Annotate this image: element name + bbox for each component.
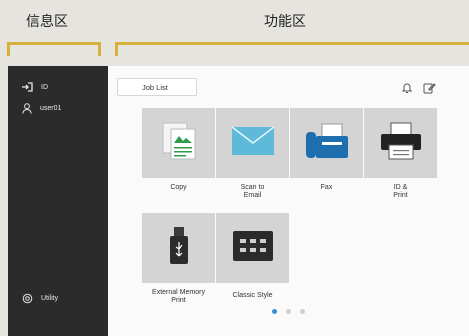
tile-copy[interactable]: Copy: [142, 108, 215, 192]
copy-icon: [160, 121, 198, 166]
id-label: ID: [41, 83, 48, 91]
info-sidebar: ID user01 Utility: [8, 66, 108, 336]
usb-icon: [169, 226, 189, 271]
user-name: user01: [40, 105, 62, 112]
bell-icon[interactable]: [399, 79, 415, 95]
classic-style-icon: [232, 230, 274, 267]
info-zone-label: 信息区: [26, 14, 68, 30]
login-icon: [22, 82, 33, 92]
function-zone-bracket: [115, 42, 469, 56]
user-entry[interactable]: user01: [22, 103, 61, 114]
utility-button[interactable]: Utility: [22, 293, 58, 304]
tile-copy-label: Copy: [170, 184, 187, 191]
envelope-icon: [231, 125, 275, 161]
function-zone-label: 功能区: [264, 14, 306, 30]
printer-icon: [379, 121, 423, 166]
id-login-button[interactable]: ID: [22, 82, 48, 92]
tile-scan-to-email[interactable]: Scan to Email: [216, 108, 289, 200]
tile-external-memory-print[interactable]: External Memory Print: [142, 213, 215, 305]
tile-fax-label: Fax: [320, 184, 333, 191]
job-list-button[interactable]: Job List: [117, 78, 197, 96]
tile-external-memory-print-label: External Memory Print: [152, 289, 205, 304]
fax-icon: [304, 122, 350, 165]
function-area: Job List Copy Scan to Email Fax ID & Pri…: [108, 66, 469, 336]
edit-layout-icon[interactable]: [421, 79, 437, 95]
tile-classic-style[interactable]: Classic Style: [216, 213, 289, 300]
tile-classic-style-label: Classic Style: [232, 292, 273, 299]
utility-label: Utility: [41, 295, 59, 302]
page-dot-2[interactable]: [286, 309, 291, 314]
user-icon: [22, 103, 32, 114]
panel-screen: ID user01 Utility Job List Copy Scan to …: [8, 66, 469, 336]
tile-scan-to-email-label: Scan to Email: [240, 184, 265, 199]
tile-id-print-label: ID & Print: [393, 184, 408, 199]
page-dot-1[interactable]: [272, 309, 277, 314]
tile-id-print[interactable]: ID & Print: [364, 108, 437, 200]
page-dot-3[interactable]: [300, 309, 305, 314]
gear-icon: [22, 293, 33, 304]
tile-fax[interactable]: Fax: [290, 108, 363, 192]
info-zone-bracket: [7, 42, 101, 56]
